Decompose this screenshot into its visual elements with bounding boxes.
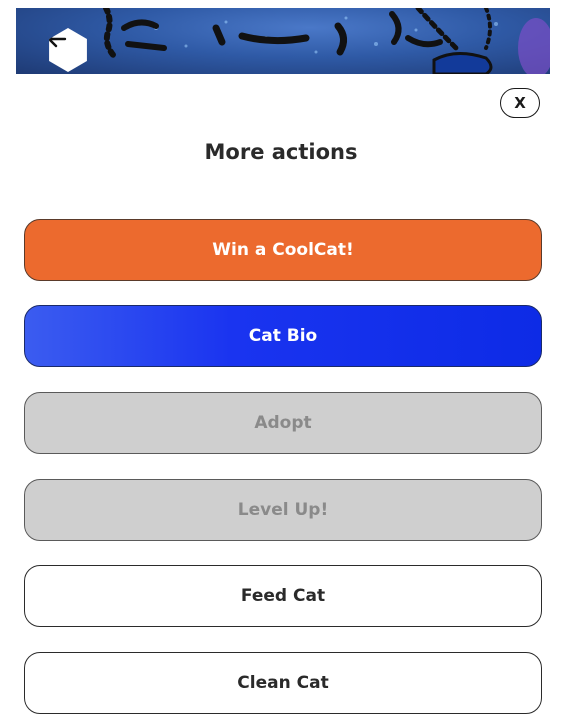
level-up-label: Level Up!	[237, 500, 329, 520]
adopt-label: Adopt	[254, 413, 312, 433]
win-coolcat-label: Win a CoolCat!	[212, 240, 354, 260]
cat-bio-button[interactable]: Cat Bio	[24, 305, 542, 367]
feed-cat-button[interactable]: Feed Cat	[24, 565, 542, 627]
dialog-title: More actions	[204, 140, 358, 164]
clean-cat-label: Clean Cat	[237, 673, 329, 693]
clean-cat-button[interactable]: Clean Cat	[24, 652, 542, 714]
level-up-button[interactable]: Level Up!	[24, 479, 542, 541]
adopt-button[interactable]: Adopt	[24, 392, 542, 454]
cat-artwork-image	[103, 8, 550, 74]
win-coolcat-button[interactable]: Win a CoolCat!	[24, 219, 542, 281]
close-button[interactable]: X	[500, 88, 540, 118]
cat-bio-label: Cat Bio	[248, 326, 318, 346]
cat-artwork-banner	[16, 8, 550, 74]
feed-cat-label: Feed Cat	[240, 586, 326, 606]
